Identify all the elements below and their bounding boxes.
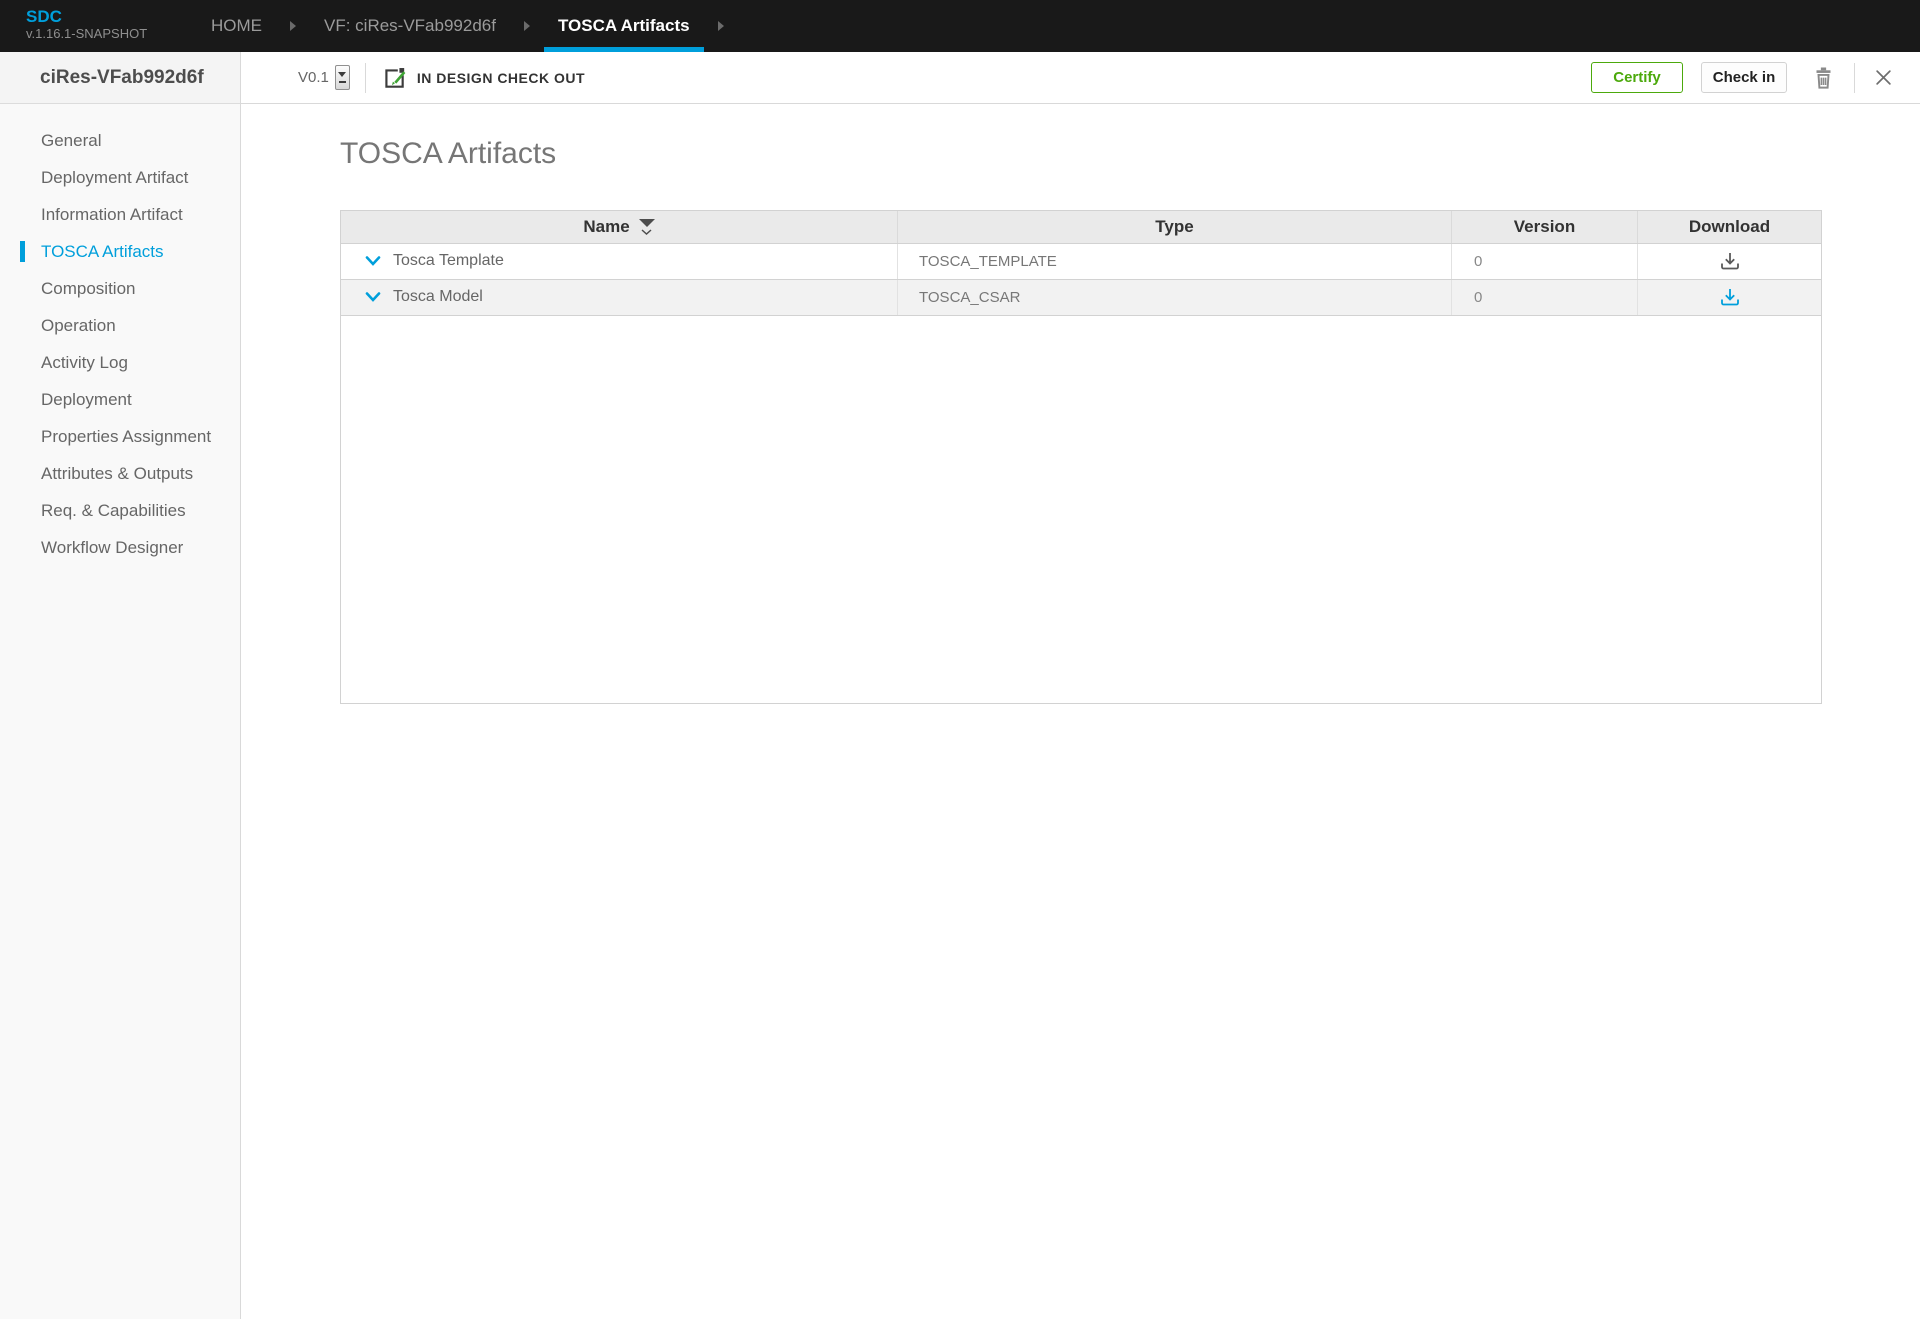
column-header-label: Download [1688, 216, 1771, 236]
sidebar-item-label: Composition [41, 278, 136, 298]
download-icon [1719, 251, 1741, 271]
column-header-name[interactable]: Name [341, 210, 898, 243]
app-version-label: v.1.16.1-SNAPSHOT [26, 26, 148, 41]
artifact-type-cell: TOSCA_TEMPLATE [898, 243, 1452, 279]
sidebar-item-deployment[interactable]: Deployment [0, 381, 240, 418]
artifact-version: 0 [1474, 288, 1483, 306]
component-toolbar: V0.1 IN DESIGN CHECK OUT Certify Check i… [241, 52, 1920, 104]
close-button[interactable] [1875, 69, 1892, 86]
breadcrumb: HOME VF: ciRes-VFab992d6f TOSCA Artifact… [197, 0, 738, 52]
sort-icon [638, 219, 655, 236]
tab-vf-label: VF: ciRes-VFab992d6f [324, 16, 496, 35]
table-row: Tosca Template TOSCA_TEMPLATE 0 [341, 243, 1821, 280]
app-logo: SDC v.1.16.1-SNAPSHOT [0, 0, 200, 52]
tab-tosca-label: TOSCA Artifacts [557, 16, 690, 35]
version-selector[interactable] [334, 65, 350, 90]
breadcrumb-separator-icon [290, 21, 296, 31]
chevron-down-icon [365, 291, 381, 303]
breadcrumb-separator-icon [523, 21, 530, 31]
sidebar-item-label: Attributes & Outputs [41, 463, 194, 483]
sidebar-item-label: Information Artifact [41, 204, 183, 224]
artifact-version-cell: 0 [1452, 279, 1638, 315]
sidebar-item-label: TOSCA Artifacts [41, 241, 164, 261]
main-content: TOSCA Artifacts Name Type Version Downlo… [241, 104, 1920, 704]
active-tab-underline [543, 47, 704, 52]
sidebar-item-req-capabilities[interactable]: Req. & Capabilities [0, 492, 240, 529]
artifact-name-cell: Tosca Model [341, 279, 898, 315]
expand-row-button[interactable] [365, 291, 381, 303]
artifact-version: 0 [1474, 252, 1483, 270]
chevron-down-icon [338, 72, 347, 77]
sidebar-item-label: Activity Log [41, 352, 128, 372]
artifact-name-cell: Tosca Template [341, 243, 898, 279]
download-icon [1719, 287, 1741, 307]
expand-row-button[interactable] [365, 255, 381, 267]
column-header-download[interactable]: Download [1638, 211, 1821, 243]
sidebar: ciRes-VFab992d6f General Deployment Arti… [0, 52, 241, 1319]
column-header-version[interactable]: Version [1452, 210, 1638, 243]
close-icon [1875, 69, 1892, 86]
top-navigation-bar: SDC v.1.16.1-SNAPSHOT HOME VF: ciRes-VFa… [0, 0, 1920, 52]
toolbar-divider [1854, 62, 1855, 93]
sidebar-item-general[interactable]: General [0, 122, 240, 159]
lifecycle-status-badge: IN DESIGN CHECK OUT [416, 69, 586, 86]
table-header-row: Name Type Version Download [341, 210, 1821, 244]
sidebar-item-label: General [41, 130, 102, 150]
sidebar-component-title: ciRes-VFab992d6f [0, 52, 240, 104]
tosca-artifacts-table: Name Type Version Download Tosca Templat… [340, 209, 1822, 704]
tab-vf-cires[interactable]: VF: ciRes-VFab992d6f [310, 0, 510, 52]
column-header-label: Version [1513, 216, 1576, 236]
download-button[interactable] [1719, 251, 1741, 271]
page-title: TOSCA Artifacts [340, 137, 557, 170]
sidebar-item-deployment-artifact[interactable]: Deployment Artifact [0, 159, 240, 196]
table-row: Tosca Model TOSCA_CSAR 0 [341, 279, 1821, 316]
sidebar-item-label: Deployment [41, 389, 132, 409]
sidebar-item-operation[interactable]: Operation [0, 307, 240, 344]
sidebar-item-label: Operation [41, 315, 116, 335]
sidebar-item-label: Properties Assignment [41, 426, 212, 446]
tab-home-label: HOME [211, 16, 262, 35]
artifact-type: TOSCA_TEMPLATE [919, 252, 1057, 270]
version-label: V0.1 [298, 69, 329, 86]
sidebar-item-information-artifact[interactable]: Information Artifact [0, 196, 240, 233]
certify-button[interactable]: Certify [1591, 62, 1683, 93]
breadcrumb-separator-icon [717, 21, 724, 31]
sidebar-item-activity-log[interactable]: Activity Log [0, 344, 240, 381]
column-header-label: Type [1155, 216, 1194, 236]
trash-icon [1813, 65, 1834, 91]
artifact-download-cell [1638, 244, 1821, 279]
chevron-down-icon [365, 255, 381, 267]
delete-button[interactable] [1813, 65, 1834, 91]
sidebar-item-label: Deployment Artifact [41, 167, 189, 187]
sidebar-menu: General Deployment Artifact Information … [0, 104, 240, 566]
tab-tosca-artifacts[interactable]: TOSCA Artifacts [543, 0, 704, 52]
edit-checkout-icon [381, 65, 407, 91]
artifact-name: Tosca Template [393, 252, 504, 269]
download-button[interactable] [1719, 287, 1741, 307]
app-logo-title: SDC [26, 7, 62, 26]
tab-home[interactable]: HOME [197, 0, 276, 52]
column-header-label: Name [583, 216, 630, 236]
artifact-type: TOSCA_CSAR [919, 288, 1021, 306]
sidebar-item-attributes-outputs[interactable]: Attributes & Outputs [0, 455, 240, 492]
check-in-button[interactable]: Check in [1701, 62, 1787, 93]
sidebar-item-label: Req. & Capabilities [41, 500, 186, 520]
toolbar-divider [364, 62, 366, 93]
sidebar-item-label: Workflow Designer [41, 537, 184, 557]
artifact-name: Tosca Model [393, 288, 483, 305]
active-item-indicator [20, 241, 25, 262]
sidebar-item-properties-assignment[interactable]: Properties Assignment [0, 418, 240, 455]
spinner-bar-icon [338, 81, 346, 83]
artifact-version-cell: 0 [1452, 243, 1638, 279]
artifact-type-cell: TOSCA_CSAR [898, 279, 1452, 315]
column-header-type[interactable]: Type [898, 210, 1452, 243]
sidebar-item-tosca-artifacts[interactable]: TOSCA Artifacts [0, 233, 240, 270]
sidebar-item-composition[interactable]: Composition [0, 270, 240, 307]
artifact-download-cell [1638, 280, 1821, 315]
sidebar-item-workflow-designer[interactable]: Workflow Designer [0, 529, 240, 566]
